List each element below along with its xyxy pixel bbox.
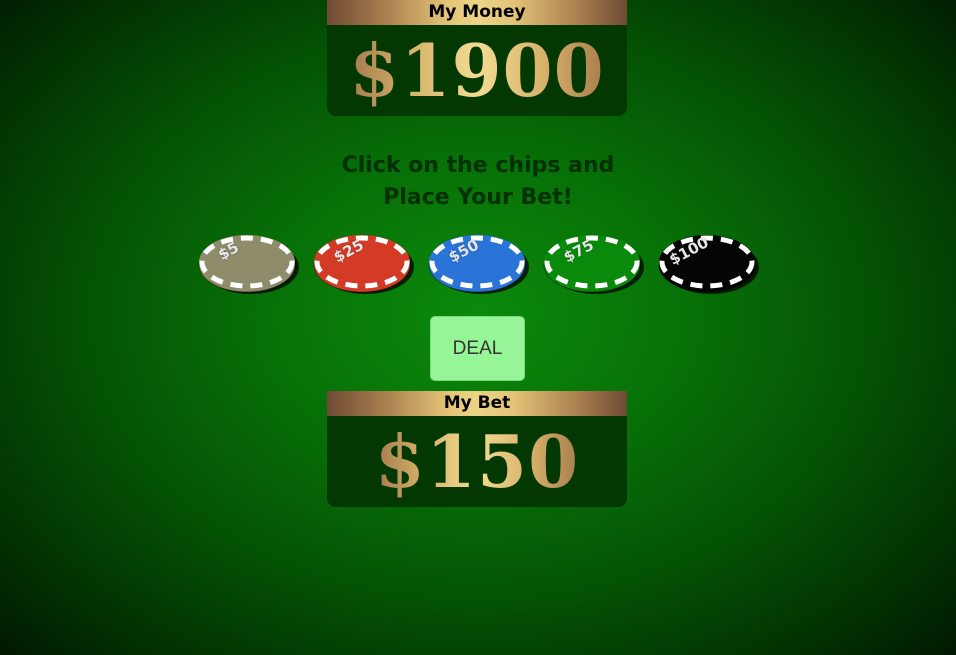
my-bet-amount: $150 [375, 416, 579, 507]
instructions-line-2: Place Your Bet! [383, 185, 573, 210]
chip-75[interactable]: $75 [543, 234, 644, 294]
chip-5-graphic [198, 235, 299, 294]
my-bet-display: $150 [327, 416, 627, 507]
my-bet-panel: My Bet $150 [327, 391, 627, 507]
my-money-amount: $1900 [349, 25, 605, 116]
my-money-label: My Money [327, 0, 627, 25]
my-money-panel: My Money $1900 [327, 0, 627, 116]
chip-rack: $5 $25 $50 $75 $100 [198, 233, 759, 304]
chip-5[interactable]: $5 [198, 234, 299, 294]
chip-25[interactable]: $25 [313, 234, 414, 294]
bet-instructions: Click on the chips and Place Your Bet! [0, 150, 956, 214]
my-money-display: $1900 [327, 25, 627, 116]
chip-50[interactable]: $50 [428, 234, 529, 294]
instructions-line-1: Click on the chips and [341, 153, 615, 178]
deal-button[interactable]: DEAL [430, 316, 525, 381]
chip-100[interactable]: $100 [658, 233, 759, 294]
my-bet-label: My Bet [327, 391, 627, 416]
